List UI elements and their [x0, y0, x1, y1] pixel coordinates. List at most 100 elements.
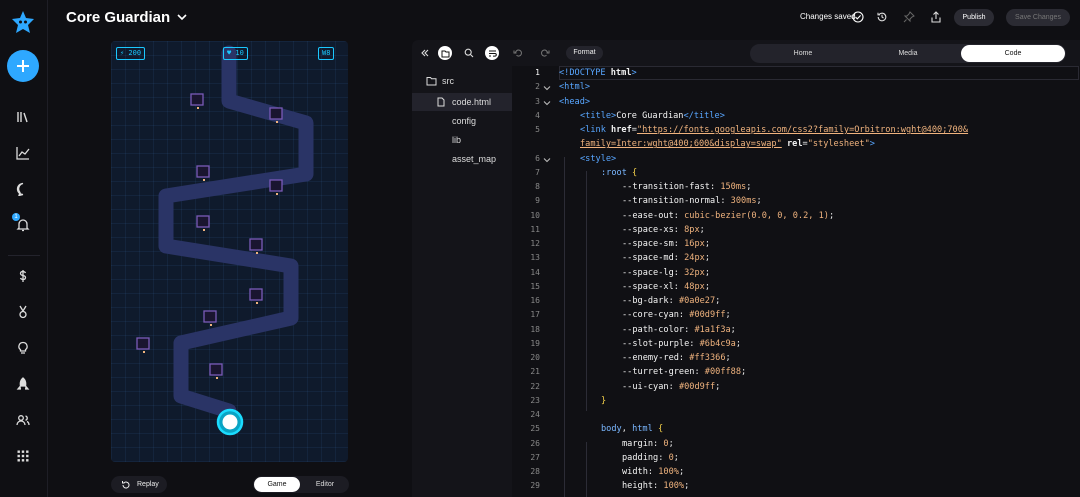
turret-slot	[249, 238, 263, 251]
fold-chevron-icon[interactable]	[543, 156, 551, 164]
line-number: 17	[530, 310, 540, 320]
undo-icon[interactable]	[511, 46, 525, 60]
code-line: --space-xs: 8px;	[622, 224, 705, 235]
chevron-down-icon[interactable]	[176, 11, 188, 23]
save-changes-button[interactable]: Save Changes	[1006, 9, 1070, 26]
left-sidebar: 1	[0, 0, 48, 497]
code-line: <head>	[559, 96, 591, 107]
library-icon[interactable]	[14, 108, 32, 126]
code-line: --ui-cyan: #00d9ff;	[622, 381, 721, 392]
notification-badge: 1	[12, 213, 20, 221]
wave-counter: W8	[318, 47, 335, 60]
turret-slot	[196, 165, 210, 178]
save-status: Changes saved	[800, 12, 856, 21]
code-line: --slot-purple: #6b4c9a;	[622, 338, 742, 349]
format-button[interactable]: Format	[566, 46, 603, 60]
files-icon[interactable]	[438, 46, 452, 60]
code-content[interactable]: <!DOCTYPE html> <html> <head> <title>Core G…	[559, 66, 1079, 497]
code-line: <title>Core Guardian</title>	[580, 110, 725, 121]
line-number: 9	[535, 196, 540, 206]
line-number: 20	[530, 353, 540, 362]
wrap-icon[interactable]	[485, 46, 499, 60]
line-number: 5	[535, 125, 540, 134]
code-editor-panel: Format Home Media Code src code.html con…	[412, 40, 1080, 497]
editor-view-tab[interactable]: Editor	[302, 477, 348, 492]
chart-icon[interactable]	[14, 144, 32, 162]
line-number: 18	[530, 324, 540, 334]
sidebar-divider	[8, 255, 40, 256]
code-line: :root {	[601, 167, 638, 178]
line-number: 29	[530, 481, 540, 491]
tab-media[interactable]: Media	[856, 45, 960, 62]
line-number: 1	[535, 68, 540, 77]
dollar-icon[interactable]	[14, 267, 32, 285]
code-line: height: 100%;	[622, 481, 690, 492]
code-line: <html>	[559, 82, 591, 93]
lightbulb-icon[interactable]	[14, 339, 32, 357]
create-button[interactable]	[7, 50, 39, 82]
line-number: 16	[530, 296, 540, 305]
lives-counter: ♥ 10	[223, 47, 248, 60]
code-line: <style>	[580, 153, 617, 164]
code-line: --transition-fast: 150ms;	[622, 182, 752, 192]
file-lib[interactable]: lib	[412, 131, 512, 149]
game-view-tab[interactable]: Game	[254, 477, 300, 492]
file-label: lib	[452, 135, 462, 145]
history-icon[interactable]	[876, 11, 888, 23]
publish-button[interactable]: Publish	[954, 9, 994, 26]
plus-icon	[17, 60, 29, 72]
line-number: 25	[530, 424, 540, 434]
redo-icon[interactable]	[538, 46, 552, 60]
line-number: 15	[530, 281, 540, 291]
code-line: <!DOCTYPE html>	[559, 68, 637, 78]
grid-icon[interactable]	[14, 447, 32, 465]
turret-slot	[249, 288, 263, 301]
medal-icon[interactable]	[14, 303, 32, 321]
file-config[interactable]: config	[412, 112, 512, 130]
top-bar: Core Guardian Changes saved Publish Save…	[48, 0, 1080, 36]
fold-chevron-icon[interactable]	[543, 84, 551, 92]
file-label: code.html	[452, 97, 492, 107]
line-number: 8	[535, 182, 540, 191]
project-title[interactable]: Core Guardian	[66, 9, 170, 26]
file-code-html[interactable]: code.html	[412, 93, 512, 111]
line-number: 28	[530, 467, 540, 476]
line-number: 26	[530, 438, 540, 448]
line-number: 24	[530, 410, 540, 419]
logo-icon[interactable]	[11, 10, 35, 34]
code-line: <link href="https://fonts.googleapis.com…	[580, 125, 969, 135]
folder-icon	[426, 77, 437, 86]
editor-tabs: Home Media Code	[750, 44, 1066, 63]
tab-code[interactable]: Code	[961, 45, 1065, 62]
game-canvas[interactable]: ⚡ 200 ♥ 10 W8	[111, 41, 348, 462]
folder-src[interactable]: src	[412, 72, 512, 90]
tab-home[interactable]: Home	[751, 45, 855, 62]
chat-icon[interactable]	[14, 180, 32, 198]
line-number: 23	[530, 395, 540, 405]
check-circle-icon	[852, 11, 864, 23]
editor-toolbar: Format Home Media Code	[412, 40, 1080, 66]
file-label: config	[452, 116, 477, 126]
file-icon	[437, 97, 445, 107]
line-number: 13	[530, 253, 540, 263]
share-icon[interactable]	[930, 11, 942, 23]
replay-button[interactable]: Replay	[111, 476, 167, 493]
line-number: 6	[535, 153, 540, 163]
code-line: width: 100%;	[622, 467, 685, 477]
collapse-icon[interactable]	[418, 46, 432, 60]
energy-counter: ⚡ 200	[116, 47, 146, 60]
line-number: 7	[535, 167, 540, 177]
code-line: --space-md: 24px;	[622, 253, 710, 264]
code-line: --space-lg: 32px;	[622, 267, 710, 278]
line-number: 12	[530, 239, 540, 248]
code-line: --transition-normal: 300ms;	[622, 196, 762, 207]
search-icon[interactable]	[462, 46, 476, 60]
fold-chevron-icon[interactable]	[543, 99, 551, 107]
file-asset-map[interactable]: asset_map	[412, 150, 512, 168]
rocket-icon[interactable]	[14, 375, 32, 393]
pin-icon[interactable]	[903, 11, 915, 23]
file-label: asset_map	[452, 154, 497, 164]
code-line: padding: 0;	[622, 452, 679, 463]
users-icon[interactable]	[14, 411, 32, 429]
code-view[interactable]: 1 2 3 4 5 6 7 8 9 10 11 12 13 14 15 16 17 18 19 20 21 22 23 24 2…	[512, 66, 1080, 497]
